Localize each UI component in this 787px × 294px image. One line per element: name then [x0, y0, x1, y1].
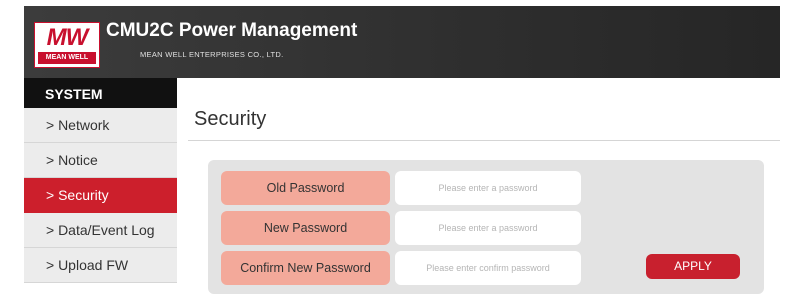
- mean-well-logo: MW MEAN WELL: [34, 22, 100, 68]
- old-password-label: Old Password: [221, 171, 390, 205]
- confirm-password-input[interactable]: [395, 251, 581, 285]
- logo-text: MEAN WELL: [38, 52, 96, 64]
- sidebar-item-data-event-log[interactable]: > Data/Event Log: [24, 213, 177, 248]
- logo-mark: MW: [46, 24, 89, 51]
- sidebar-item-security[interactable]: > Security: [24, 178, 177, 213]
- old-password-input[interactable]: [395, 171, 581, 205]
- sidebar-item-upload-fw[interactable]: > Upload FW: [24, 248, 177, 283]
- app-title: CMU2C Power Management: [106, 20, 358, 41]
- sidebar-heading: SYSTEM: [24, 78, 177, 108]
- page-title: Security: [194, 108, 267, 130]
- apply-button[interactable]: APPLY: [646, 254, 740, 279]
- app-subtitle: MEAN WELL ENTERPRISES CO., LTD.: [140, 50, 284, 59]
- confirm-password-label: Confirm New Password: [221, 251, 390, 285]
- new-password-label: New Password: [221, 211, 390, 245]
- app-header: MW MEAN WELL CMU2C Power Management MEAN…: [24, 6, 780, 78]
- sidebar-item-network[interactable]: > Network: [24, 108, 177, 143]
- sidebar-item-notice[interactable]: > Notice: [24, 143, 177, 178]
- sidebar: SYSTEM > Network > Notice > Security > D…: [24, 78, 177, 288]
- title-divider: [188, 140, 780, 141]
- new-password-input[interactable]: [395, 211, 581, 245]
